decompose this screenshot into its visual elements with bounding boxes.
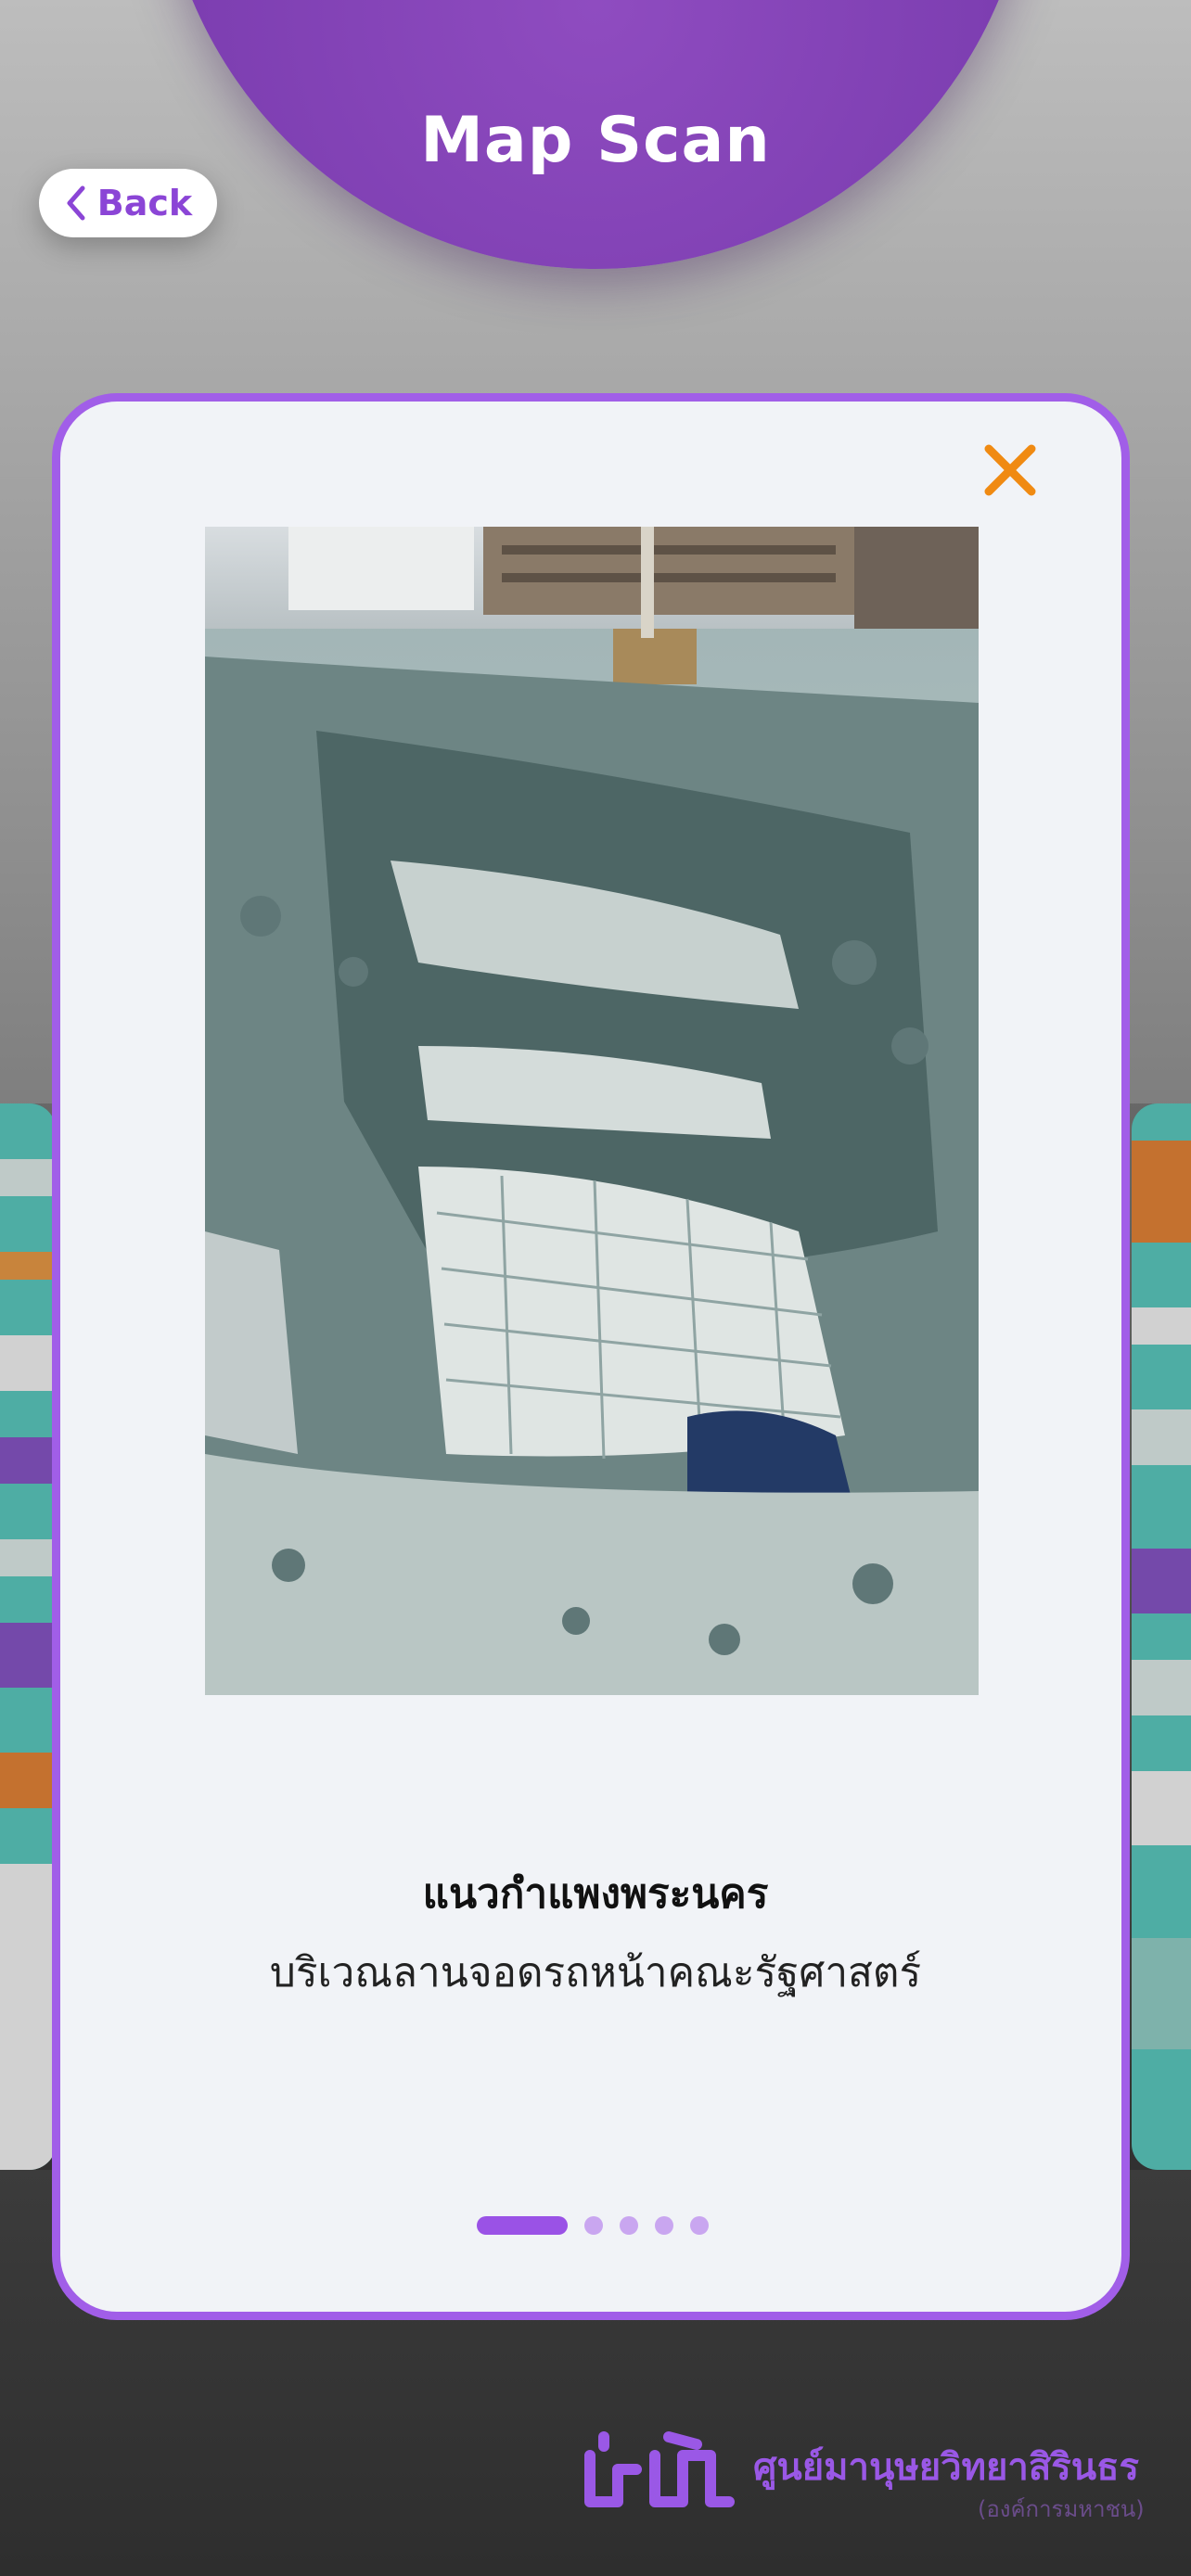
photo-illustration <box>205 527 979 1695</box>
chevron-left-icon <box>67 185 85 221</box>
org-subtitle: (องค์การมหาชน) <box>978 2496 1145 2522</box>
caption-title: แนวกำแพงพระนคร <box>422 1870 769 1918</box>
page-title: Map Scan <box>420 104 771 177</box>
close-icon[interactable] <box>978 438 1043 503</box>
back-button[interactable]: Back <box>39 169 217 237</box>
pagination-dot-active[interactable] <box>477 2216 568 2235</box>
back-button-label: Back <box>96 183 193 223</box>
pagination-dot[interactable] <box>690 2216 709 2235</box>
pagination-dot[interactable] <box>655 2216 673 2235</box>
org-name: ศูนย์มานุษยวิทยาสิรินธร <box>753 2446 1140 2489</box>
pagination-dot[interactable] <box>584 2216 603 2235</box>
sac-logo <box>584 2431 735 2507</box>
pagination-dots <box>477 2215 709 2236</box>
pagination-dot[interactable] <box>620 2216 638 2235</box>
excavation-photo <box>205 527 979 1695</box>
caption-subtitle: บริเวณลานจอดรถหน้าคณะรัฐศาสตร์ <box>269 1949 922 1996</box>
